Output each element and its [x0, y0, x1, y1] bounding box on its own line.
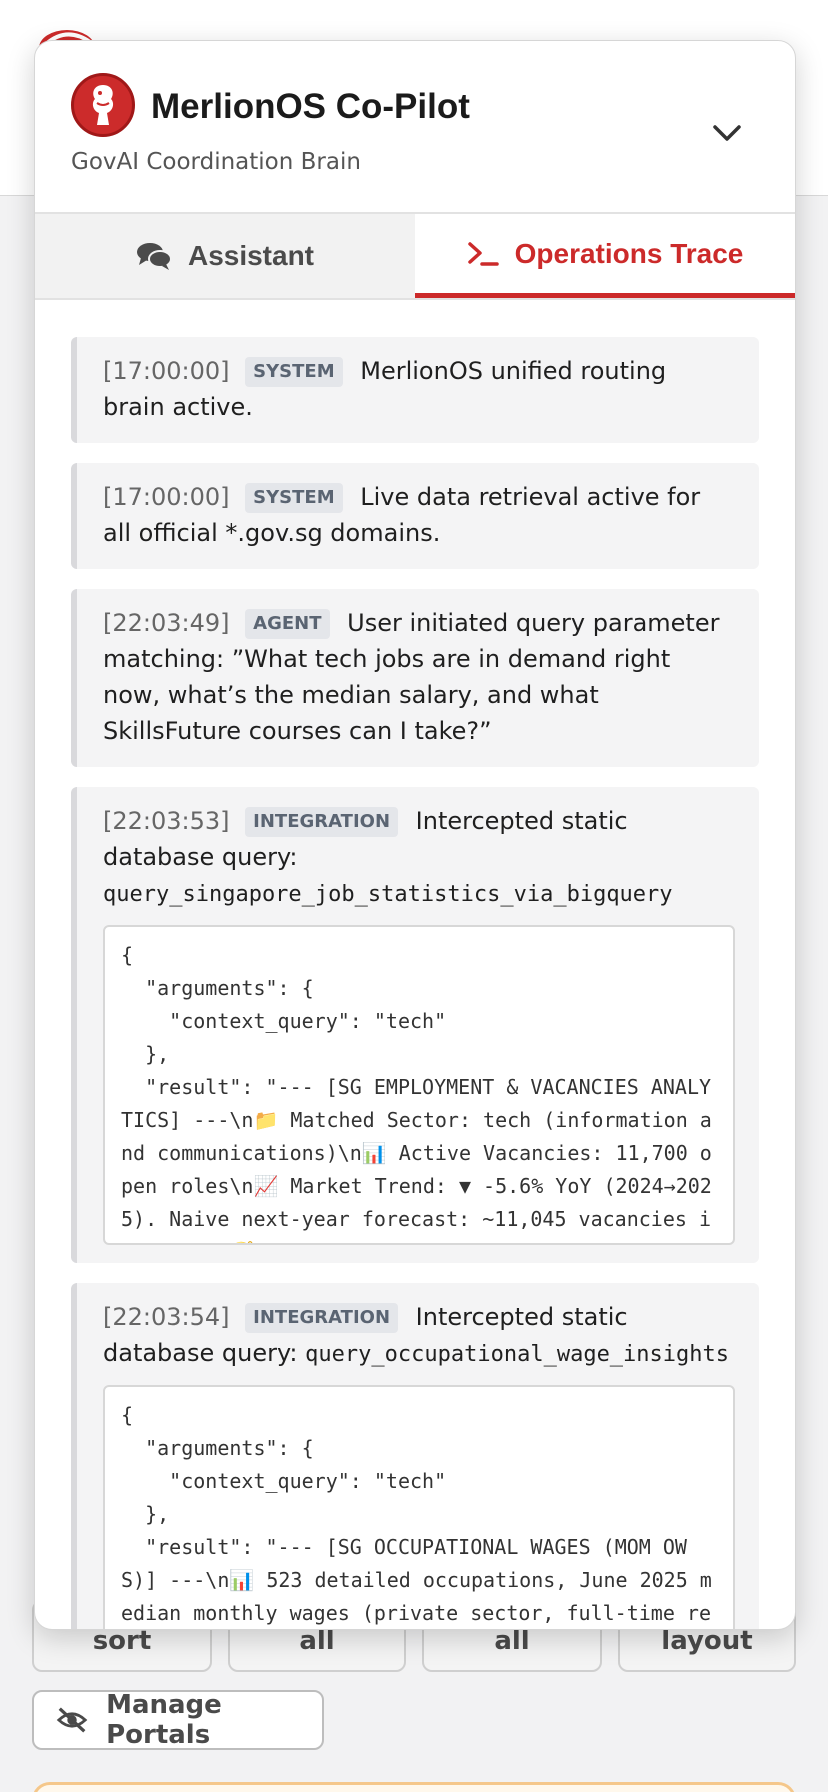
list-item: [22:03:49] AGENT User initiated query pa… — [71, 589, 759, 767]
tab-bar: Assistant Operations Trace — [35, 214, 795, 300]
trace-tag-badge: SYSTEM — [245, 357, 343, 387]
panel-header: MerlionOS Co-Pilot GovAI Coordination Br… — [35, 41, 795, 214]
avatar — [71, 73, 135, 137]
eye-slash-icon — [56, 1707, 88, 1733]
terminal-prompt-icon — [467, 241, 499, 266]
trace-tag-badge: AGENT — [245, 609, 330, 639]
merlion-icon — [92, 85, 114, 125]
list-item: [17:00:00] SYSTEM Live data retrieval ac… — [71, 463, 759, 569]
list-item: [17:00:00] SYSTEM MerlionOS unified rout… — [71, 337, 759, 443]
tab-operations-trace[interactable]: Operations Trace — [415, 214, 795, 298]
operations-trace-log[interactable]: [17:00:00] SYSTEM MerlionOS unified rout… — [71, 337, 759, 1629]
list-item: [22:03:53] INTEGRATION Intercepted stati… — [71, 787, 759, 1263]
trace-function-name: query_singapore_job_statistics_via_bigqu… — [103, 882, 673, 907]
trace-timestamp: [22:03:49] — [103, 609, 230, 637]
copilot-panel: MerlionOS Co-Pilot GovAI Coordination Br… — [34, 40, 796, 1630]
trace-tag-badge: SYSTEM — [245, 483, 343, 513]
trace-tag-badge: INTEGRATION — [245, 807, 399, 837]
trace-json-block[interactable]: { "arguments": { "context_query": "tech"… — [103, 1385, 735, 1629]
panel-subtitle: GovAI Coordination Brain — [71, 149, 361, 175]
trace-timestamp: [17:00:00] — [103, 357, 230, 385]
manage-portals-label: Manage Portals — [106, 1690, 222, 1750]
trace-timestamp: [17:00:00] — [103, 483, 230, 511]
trace-timestamp: [22:03:54] — [103, 1303, 230, 1331]
manage-portals-button[interactable]: Manage Portals — [32, 1690, 324, 1750]
trace-timestamp: [22:03:53] — [103, 807, 230, 835]
trace-tag-badge: INTEGRATION — [245, 1303, 399, 1333]
background-alert-banner — [32, 1782, 796, 1792]
tab-operations-trace-label: Operations Trace — [514, 237, 744, 269]
chevron-down-icon[interactable] — [707, 113, 747, 153]
list-item: [22:03:54] INTEGRATION Intercepted stati… — [71, 1283, 759, 1629]
tab-assistant-label: Assistant — [187, 240, 315, 271]
trace-function-name: query_occupational_wage_insights — [305, 1342, 730, 1367]
trace-json-block[interactable]: { "arguments": { "context_query": "tech"… — [103, 925, 735, 1245]
tab-assistant[interactable]: Assistant — [35, 214, 415, 298]
chat-bubbles-icon — [136, 243, 172, 270]
panel-title: MerlionOS Co-Pilot — [151, 87, 470, 126]
